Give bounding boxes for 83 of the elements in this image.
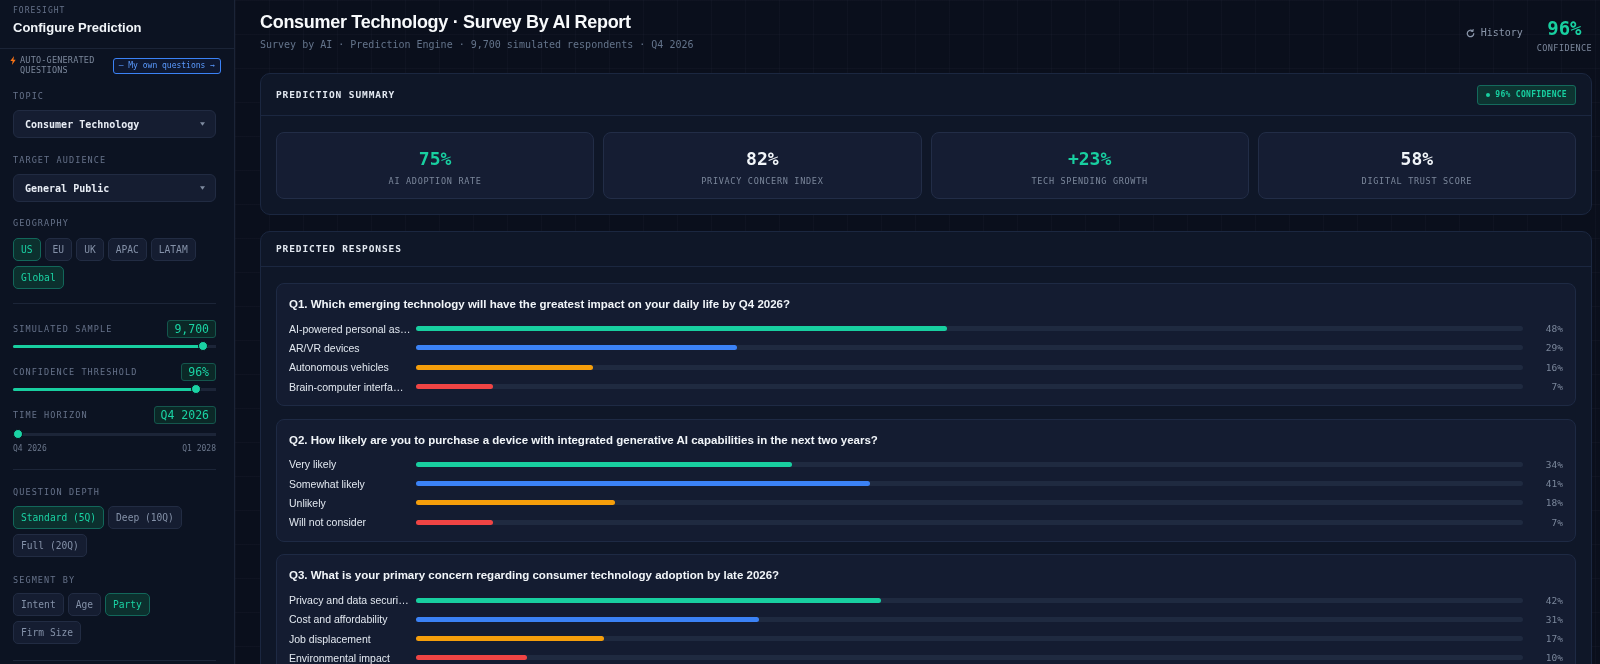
- percent-value: 17%: [1545, 633, 1563, 645]
- option-label: Environmental impact: [289, 651, 390, 664]
- question-text: Q1. Which emerging technology will have the greatest impact on your daily life by Q4 2026?: [289, 297, 790, 312]
- option-label: Will not consider: [289, 516, 367, 529]
- stat-label: AI ADOPTION RATE: [388, 176, 482, 186]
- stat-label: PRIVACY CONCERN INDEX: [701, 176, 824, 186]
- history-button[interactable]: History: [1465, 26, 1523, 40]
- status-dot-icon: [1486, 92, 1491, 97]
- segment-option[interactable]: Party: [105, 593, 150, 616]
- percent-value: 7%: [1551, 381, 1563, 393]
- percent-value: 42%: [1545, 594, 1563, 606]
- option-label: Cost and affordability: [289, 613, 388, 626]
- geography-option[interactable]: Global: [13, 266, 64, 289]
- panel-title: PREDICTION SUMMARY: [276, 88, 396, 101]
- page-subtitle: Survey by AI · Prediction Engine · 9,700 simulated respondents · Q4 2026: [260, 38, 694, 52]
- percent-value: 41%: [1545, 478, 1563, 490]
- field-label: TIME HORIZON: [13, 410, 88, 420]
- geography-option[interactable]: EU: [44, 238, 73, 261]
- badge-text: 96% CONFIDENCE: [1495, 89, 1567, 100]
- own-questions-button[interactable]: — My own questions →: [112, 58, 221, 74]
- percent-value: 31%: [1545, 613, 1563, 625]
- field-label: SIMULATED SAMPLE: [13, 324, 113, 334]
- slider-thumb[interactable]: [198, 341, 209, 351]
- slider-thumb[interactable]: [13, 429, 23, 439]
- caret-icon: [200, 186, 205, 190]
- geography-option[interactable]: APAC: [107, 238, 147, 261]
- option-label: Unlikely: [289, 496, 326, 509]
- percent-value: 7%: [1551, 516, 1563, 528]
- field-label: GEOGRAPHY: [13, 218, 69, 228]
- geography-option[interactable]: LATAM: [150, 238, 196, 261]
- percent-value: 34%: [1545, 458, 1563, 470]
- refresh-icon: [1465, 28, 1475, 38]
- stat-label: DIGITAL TRUST SCORE: [1361, 176, 1473, 186]
- lightning-icon: [10, 56, 16, 65]
- panel-title: PREDICTED RESPONSES: [276, 243, 402, 255]
- mode-label: AUTO-GENERATED QUESTIONS: [20, 55, 96, 75]
- field-label: QUESTION DEPTH: [13, 487, 101, 497]
- stat-value: 82%: [746, 149, 779, 169]
- stat-label: TECH SPENDING GROWTH: [1031, 176, 1148, 186]
- app-name: FORESIGHT: [13, 6, 66, 16]
- option-label: Very likely: [289, 458, 337, 471]
- option-label: Privacy and data securi…: [289, 594, 409, 606]
- segment-option[interactable]: Firm Size: [13, 621, 81, 644]
- option-label: Somewhat likely: [289, 477, 365, 490]
- question-text: Q3. What is your primary concern regarding consumer technology adoption by late 2026?: [289, 568, 780, 584]
- stat-value: 75%: [418, 149, 452, 169]
- value-readout: 96%: [181, 363, 216, 381]
- page-title: Consumer Technology · Survey By AI Report: [260, 11, 631, 33]
- geography-option[interactable]: UK: [76, 238, 104, 261]
- range-label: Q4 2026: [13, 444, 47, 454]
- stat-value: 58%: [1400, 149, 1434, 169]
- option-label: AR/VR devices: [289, 341, 360, 354]
- geography-option[interactable]: US: [13, 238, 41, 261]
- option-label: Brain-computer interfa…: [289, 380, 404, 393]
- dropdown-select[interactable]: General Public: [13, 174, 216, 202]
- percent-value: 48%: [1545, 323, 1563, 335]
- depth-option[interactable]: Standard (5Q): [13, 506, 105, 529]
- percent-value: 29%: [1545, 342, 1563, 354]
- field-label: TOPIC: [13, 91, 45, 101]
- sidebar-title: Configure Prediction: [13, 20, 142, 36]
- field-label: SEGMENT BY: [13, 575, 76, 585]
- range-label: Q1 2028: [182, 444, 216, 454]
- depth-option[interactable]: Full (20Q): [13, 534, 87, 557]
- slider-thumb[interactable]: [190, 384, 201, 394]
- stat-value: +23%: [1067, 149, 1112, 169]
- field-label: CONFIDENCE THRESHOLD: [13, 367, 138, 377]
- value-readout: 9,700: [167, 320, 216, 338]
- question-text: Q2. How likely are you to purchase a device with integrated generative AI capabilities in the next two years?: [289, 432, 878, 448]
- percent-value: 18%: [1545, 497, 1563, 509]
- option-label: Autonomous vehicles: [289, 361, 389, 374]
- caret-icon: [200, 122, 205, 126]
- option-label: AI-powered personal as…: [289, 322, 411, 335]
- field-label: TARGET AUDIENCE: [13, 155, 107, 165]
- value-readout: Q4 2026: [153, 406, 216, 424]
- depth-option[interactable]: Deep (10Q): [108, 506, 182, 529]
- segment-option[interactable]: Intent: [13, 593, 64, 616]
- confidence-label: CONFIDENCE: [1536, 43, 1592, 53]
- segment-option[interactable]: Age: [67, 593, 101, 616]
- percent-value: 10%: [1545, 652, 1563, 664]
- dropdown-select[interactable]: Consumer Technology: [13, 110, 216, 138]
- percent-value: 16%: [1545, 361, 1563, 373]
- confidence-value: 96%: [1547, 17, 1582, 39]
- option-label: Job displacement: [289, 632, 371, 645]
